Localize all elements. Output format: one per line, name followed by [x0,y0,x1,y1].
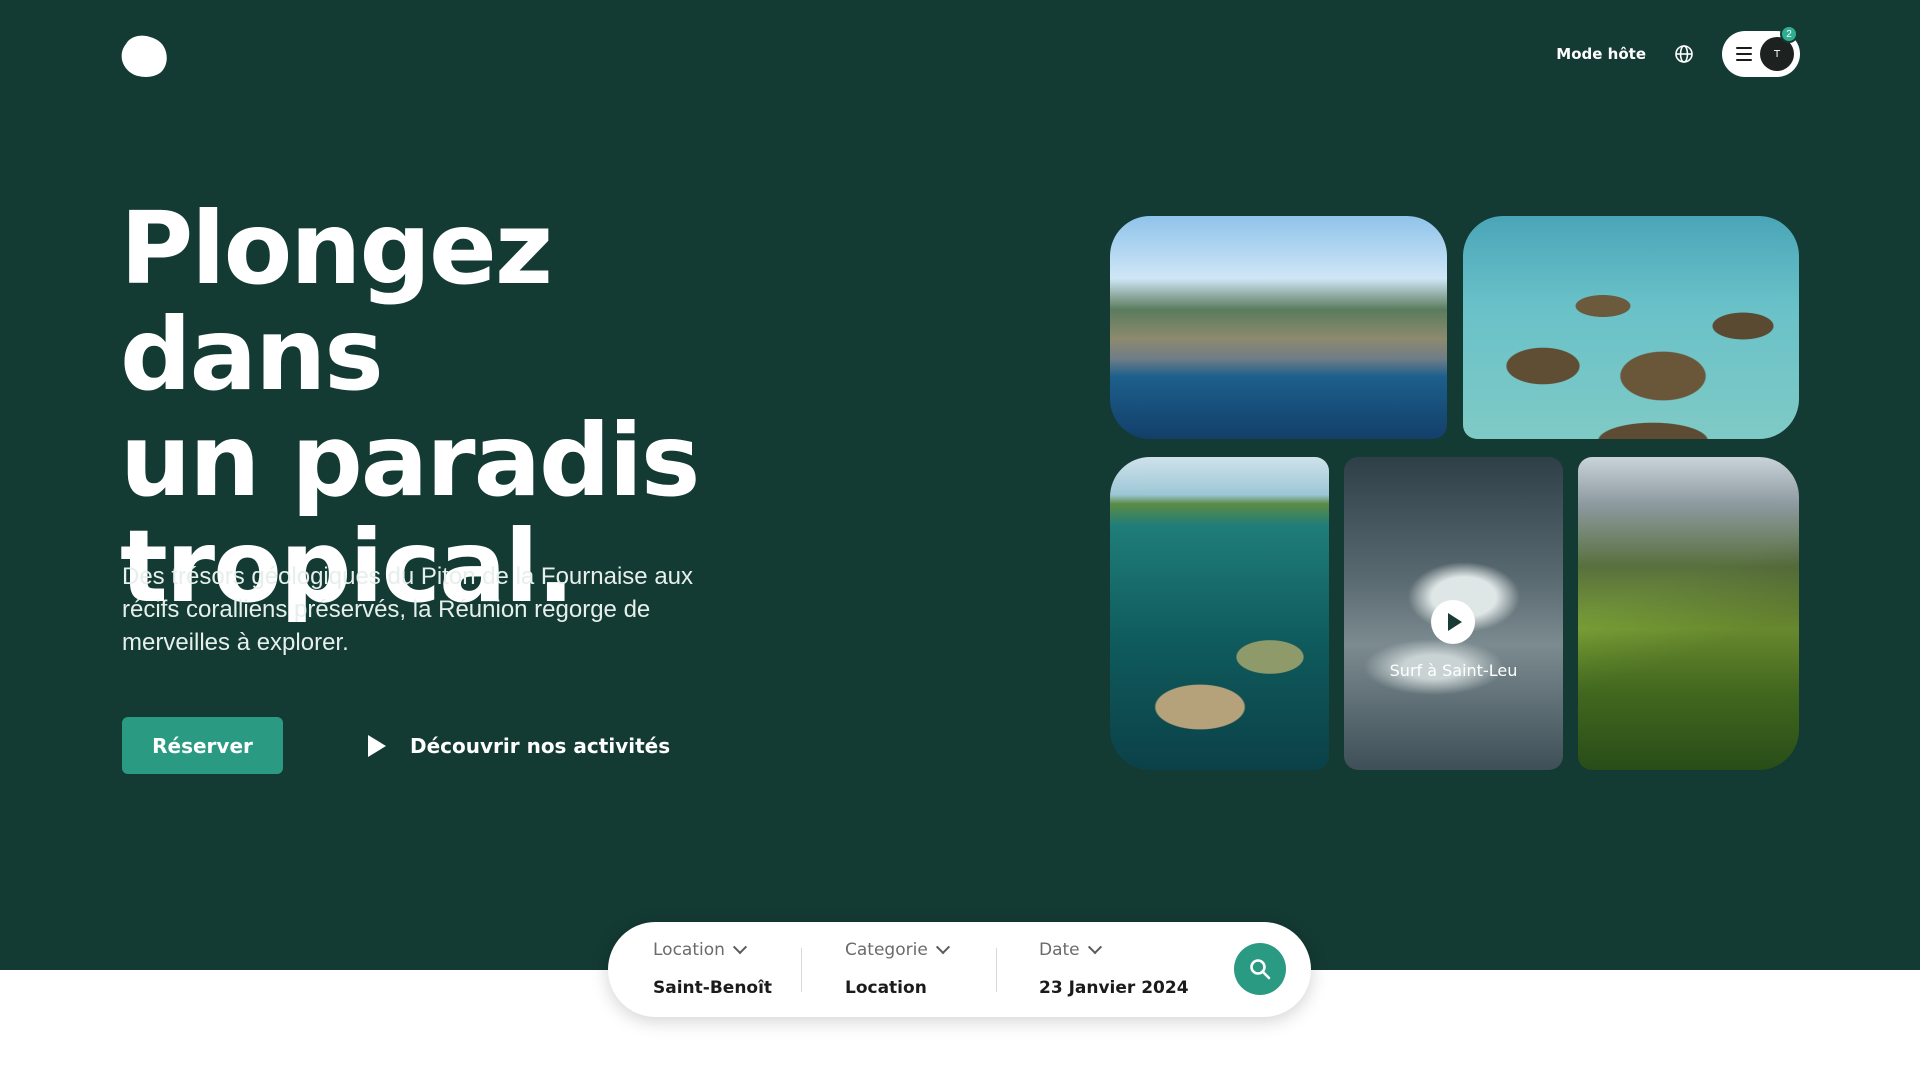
host-mode-link[interactable]: Mode hôte [1556,45,1646,63]
discover-activities-button[interactable]: Découvrir nos activités [368,724,670,768]
notification-badge: 2 [1780,25,1798,43]
location-value: Saint-Benoît [653,978,773,998]
headline-line-2: un paradis [120,402,700,519]
chevron-down-icon [935,940,950,955]
search-icon [1250,959,1271,980]
play-icon [1448,613,1462,631]
gallery-image-mountains[interactable] [1578,457,1799,770]
location-label: Location [653,940,725,960]
divider [801,948,802,992]
gallery-image-coastal-town[interactable] [1110,216,1447,439]
video-caption: Surf à Saint-Leu [1389,661,1518,680]
location-dropdown[interactable]: Location Saint-Benoît [653,922,793,1017]
header-actions: Mode hôte T 2 [1556,25,1800,78]
category-value: Location [845,978,927,998]
divider [996,948,997,992]
chevron-down-icon [732,940,747,955]
page-title: Plongez dans un paradis tropical. [120,196,840,620]
search-bar: Location Saint-Benoît Categorie Location… [608,922,1311,1017]
date-label: Date [1039,940,1080,960]
play-icon [368,735,386,757]
globe-icon[interactable] [1674,44,1694,64]
gallery-image-snorkeling[interactable] [1110,457,1329,770]
headline-line-1: Plongez dans [120,190,553,413]
reunion-island-logo-icon[interactable] [120,32,168,78]
gallery-video-surf[interactable]: Surf à Saint-Leu [1344,457,1563,770]
video-play-button[interactable] [1431,600,1475,644]
user-menu-button[interactable]: T 2 [1722,25,1800,77]
hero-subtitle: Des trésors géologiques du Piton de la F… [122,563,694,656]
chevron-down-icon [1087,940,1102,955]
reserve-button[interactable]: Réserver [122,717,283,774]
date-dropdown[interactable]: Date 23 Janvier 2024 [1039,922,1219,1017]
discover-activities-label: Découvrir nos activités [410,734,671,758]
search-button[interactable] [1234,943,1286,995]
category-label: Categorie [845,940,928,960]
category-dropdown[interactable]: Categorie Location [845,922,995,1017]
gallery-image-lagoon-paddle[interactable] [1463,216,1799,439]
date-value: 23 Janvier 2024 [1039,978,1189,998]
hamburger-menu-icon [1736,47,1752,61]
hero-section: Mode hôte T 2 Plongez dans un paradis tr… [0,0,1920,970]
